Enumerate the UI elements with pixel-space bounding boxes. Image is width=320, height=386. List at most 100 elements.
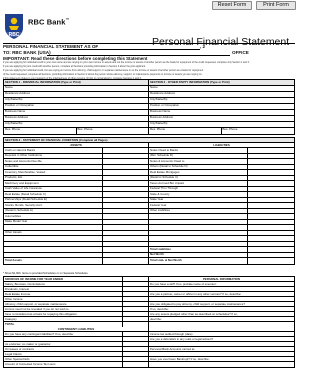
personal-info-field[interactable]: Are you a partner, owner or officer in a… [149,292,294,296]
liability-amount-field[interactable] [248,165,294,170]
asset-amount-field[interactable] [103,208,149,213]
contingent-amount-field[interactable] [123,347,150,351]
personal-info-field[interactable] [149,362,294,367]
liability-amount-field[interactable] [248,159,294,164]
other-residence-address-field[interactable]: Residence Address [149,92,294,97]
other-city-state-zip-field[interactable]: City/State/Zip [149,98,294,103]
liability-amount-field[interactable] [248,203,294,208]
personal-info-field[interactable]: Are you a defendant in any suits or lega… [149,337,294,341]
asset-amount-field[interactable] [103,181,149,186]
print-form-button[interactable]: Print Form [256,1,296,10]
business-name-field[interactable]: Business Name [4,109,149,115]
asset-amount-field[interactable] [103,192,149,197]
liability-amount-field[interactable] [248,154,294,159]
asset-amount-field[interactable] [103,159,149,164]
asset-label: Cash Value of Life Insurance [4,186,104,191]
other-business-address-field[interactable]: Business Address [149,116,294,121]
liability-label: Total Liabilities [149,247,249,252]
personal-info-field[interactable] [149,342,294,346]
asset-label [4,252,104,257]
asset-amount-field[interactable] [103,170,149,175]
personal-info-field[interactable]: Income tax settled through (date) [149,332,294,336]
income-label: income need not be revealed if you do no… [4,307,124,311]
personal-info-field[interactable] [149,352,294,356]
liability-amount-field[interactable] [248,209,294,214]
liability-amount-field[interactable] [248,258,294,264]
liability-amount-field[interactable] [248,231,294,236]
position-field[interactable]: Position or Occupation [4,103,149,109]
city-state-zip-field[interactable]: City/State/Zip [4,97,149,103]
asset-amount-field[interactable] [103,214,149,219]
income-amount-field[interactable] [123,297,150,301]
statement-date-field[interactable] [63,49,200,50]
asset-amount-field[interactable] [103,219,149,224]
personal-info-field[interactable]: Personal Bank Accounts carried at: [149,347,294,351]
liability-amount-field[interactable] [248,187,294,192]
business-city-field[interactable]: City/State/Zip [4,121,149,127]
asset-amount-field[interactable] [103,236,149,241]
asset-amount-field[interactable] [103,203,149,208]
income-label: Other Income [4,297,124,301]
other-bus-phone-field[interactable]: Bus. Phone [222,128,295,134]
other-name-field[interactable]: Name [149,86,294,91]
business-address-field[interactable]: Business Address [4,115,149,121]
income-amount-field[interactable] [123,292,150,296]
asset-amount-field[interactable] [103,241,149,246]
asset-amount-field[interactable] [103,225,149,230]
income-amount-field[interactable] [123,317,150,321]
personal-info-field[interactable]: Are any assets pledged other than as des… [149,312,294,316]
asset-amount-field[interactable] [103,258,149,264]
personal-info-field[interactable] [149,287,294,291]
asset-amount-field[interactable] [103,197,149,202]
liability-amount-field[interactable] [248,192,294,197]
personal-info-field[interactable] [149,297,294,301]
liability-amount-field[interactable] [248,170,294,175]
income-amount-field[interactable] [123,307,150,311]
personal-info-field[interactable]: Have you ever been Bankrupt? If so, desc… [149,357,294,361]
contingent-amount-field[interactable] [123,337,150,341]
instructions: If you are applying for individual credi… [3,61,295,81]
reset-form-button[interactable]: Reset Form [212,1,252,10]
income-amount-field[interactable] [123,282,150,286]
other-business-name-field[interactable]: Business Name [149,110,294,115]
income-amount-field[interactable] [123,312,150,316]
liability-amount-field[interactable] [248,236,294,241]
contingent-amount-field[interactable] [123,362,150,367]
asset-amount-field[interactable] [103,247,149,252]
asset-amount-field[interactable] [103,153,149,158]
residence-address-field[interactable]: Residence Address [4,91,149,97]
name-field[interactable]: Name [4,85,149,91]
liability-amount-field[interactable] [248,198,294,203]
personal-info-field[interactable]: If so, describe: [149,307,294,311]
asset-amount-field[interactable] [103,175,149,180]
liability-amount-field[interactable] [248,242,294,247]
asset-amount-field[interactable] [103,164,149,169]
personal-info-field[interactable]: Do you have a will? If so, probate name … [149,282,294,286]
liability-amount-field[interactable] [248,181,294,186]
asset-amount-field[interactable] [103,148,149,153]
contingent-amount-field[interactable] [123,342,150,346]
income-amount-field[interactable] [123,302,150,306]
contingent-amount-field[interactable] [123,357,150,361]
asset-amount-field[interactable] [103,230,149,235]
contingent-amount-field[interactable] [123,332,150,336]
liability-amount-field[interactable] [248,253,294,258]
asset-amount-field[interactable] [103,252,149,257]
liability-amount-field[interactable] [248,225,294,230]
income-amount-field[interactable] [123,287,150,291]
contingent-amount-field[interactable] [123,352,150,356]
asset-amount-field[interactable] [103,186,149,191]
personal-info-field[interactable]: describe: [149,317,294,321]
bus-phone-field[interactable]: Bus. Phone [77,127,149,134]
liability-amount-field[interactable] [248,214,294,219]
contingent-label: Amount of Contested Income Tax Liens [4,362,124,367]
liability-amount-field[interactable] [248,176,294,181]
other-res-phone-field[interactable]: Res. Phone [149,127,222,134]
liability-amount-field[interactable] [248,148,294,153]
liability-amount-field[interactable] [248,220,294,225]
personal-info-field[interactable]: Are you obligated to pay alimony, child … [149,302,294,306]
res-phone-field[interactable]: Res. Phone [4,127,77,134]
liability-amount-field[interactable] [248,247,294,252]
other-position-field[interactable]: Position or Occupation [149,104,294,109]
other-business-city-field[interactable]: City/State/Zip [149,122,294,127]
